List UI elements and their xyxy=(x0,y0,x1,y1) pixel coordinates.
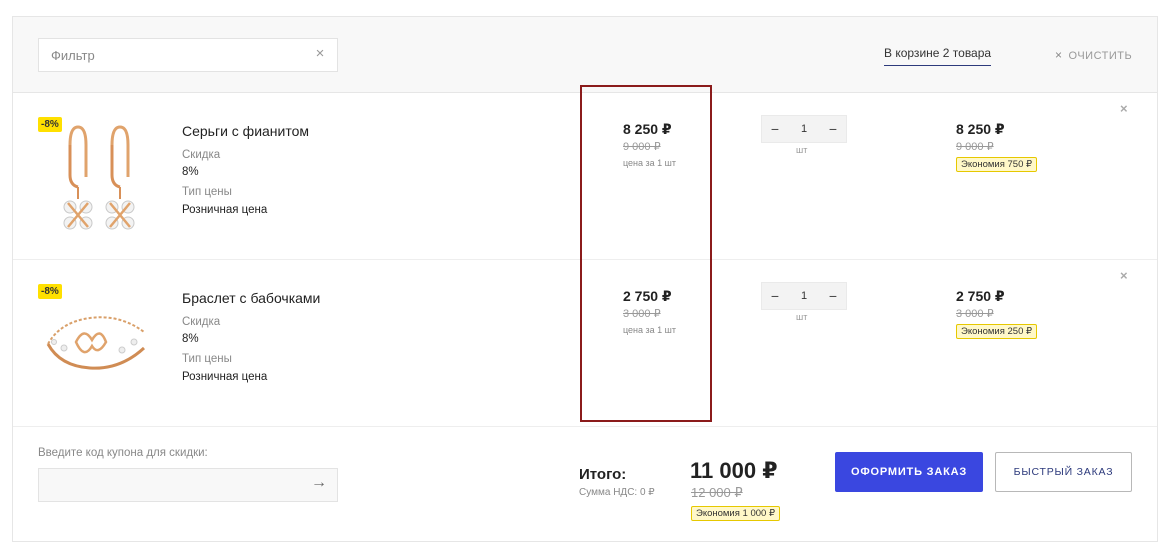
remove-item-icon[interactable]: × xyxy=(1120,268,1128,283)
price-type-value: Розничная цена xyxy=(182,204,268,216)
item-name[interactable]: Браслет с бабочками xyxy=(182,290,320,306)
cart-count-tab[interactable]: В корзине 2 товара xyxy=(884,46,992,66)
sum-old-price: 9 000 ₽ xyxy=(956,141,994,153)
total-label: Итого: xyxy=(579,466,627,483)
arrow-right-icon[interactable]: → xyxy=(311,474,327,492)
discount-badge: -8% xyxy=(38,284,62,299)
cart-item-row: -8% Браслет с бабочками Скидка 8% Тип це… xyxy=(13,260,1157,427)
qty-unit: шт xyxy=(796,312,808,322)
cart-footer: Введите код купона для скидки: → Итого: … xyxy=(13,427,1157,541)
discount-label: Скидка xyxy=(182,149,221,161)
price-type-label: Тип цены xyxy=(182,353,232,365)
qty-unit: шт xyxy=(796,145,808,155)
total-old-price: 12 000 ₽ xyxy=(691,485,743,500)
quick-order-button[interactable]: БЫСТРЫЙ ЗАКАЗ xyxy=(995,452,1132,492)
qty-plus-button[interactable]: − xyxy=(820,116,846,142)
cart-panel: × В корзине 2 товара × ОЧИСТИТЬ -8% xyxy=(12,16,1158,542)
discount-value: 8% xyxy=(182,333,199,345)
qty-plus-button[interactable]: − xyxy=(820,283,846,309)
discount-value: 8% xyxy=(182,166,199,178)
filter-input[interactable] xyxy=(39,39,309,71)
unit-old-price: 9 000 ₽ xyxy=(623,141,661,153)
unit-price-note: цена за 1 шт xyxy=(623,325,677,335)
economy-badge: Экономия 750 ₽ xyxy=(956,157,1038,172)
unit-old-price: 3 000 ₽ xyxy=(623,308,661,320)
item-name[interactable]: Серьги с фианитом xyxy=(182,123,309,139)
cart-header: × В корзине 2 товара × ОЧИСТИТЬ xyxy=(13,17,1157,93)
quantity-stepper: − − xyxy=(761,282,847,310)
clear-cart-label: ОЧИСТИТЬ xyxy=(1068,50,1133,62)
qty-minus-button[interactable]: − xyxy=(762,116,788,142)
sum-price: 8 250 ₽ xyxy=(956,121,1005,137)
discount-badge: -8% xyxy=(38,117,62,132)
filter-clear-icon[interactable]: × xyxy=(313,46,327,61)
remove-item-icon[interactable]: × xyxy=(1120,101,1128,116)
cart-item-row: -8% Серьги с фианитом Скидка 8% Тип цены… xyxy=(13,93,1157,260)
coupon-label: Введите код купона для скидки: xyxy=(38,447,208,459)
unit-price-note: цена за 1 шт xyxy=(623,158,677,168)
clear-icon: × xyxy=(1055,48,1063,62)
earrings-image[interactable] xyxy=(40,115,150,235)
economy-badge: Экономия 250 ₽ xyxy=(956,324,1038,339)
quantity-stepper: − − xyxy=(761,115,847,143)
total-price: 11 000 ₽ xyxy=(690,458,778,483)
unit-price: 2 750 ₽ xyxy=(623,288,672,304)
total-economy-badge: Экономия 1 000 ₽ xyxy=(691,506,780,521)
sum-price: 2 750 ₽ xyxy=(956,288,1005,304)
sum-old-price: 3 000 ₽ xyxy=(956,308,994,320)
unit-price: 8 250 ₽ xyxy=(623,121,672,137)
qty-input[interactable] xyxy=(788,283,820,309)
filter-box: × xyxy=(38,38,338,72)
checkout-button[interactable]: ОФОРМИТЬ ЗАКАЗ xyxy=(835,452,983,492)
price-type-value: Розничная цена xyxy=(182,371,268,383)
discount-label: Скидка xyxy=(182,316,221,328)
qty-minus-button[interactable]: − xyxy=(762,283,788,309)
coupon-box: → xyxy=(38,468,338,502)
bracelet-image[interactable] xyxy=(40,282,150,402)
vat-amount: Сумма НДС: 0 ₽ xyxy=(579,487,655,498)
qty-input[interactable] xyxy=(788,116,820,142)
clear-cart-button[interactable]: × ОЧИСТИТЬ xyxy=(1055,48,1132,62)
price-type-label: Тип цены xyxy=(182,186,232,198)
coupon-input[interactable] xyxy=(39,469,307,501)
